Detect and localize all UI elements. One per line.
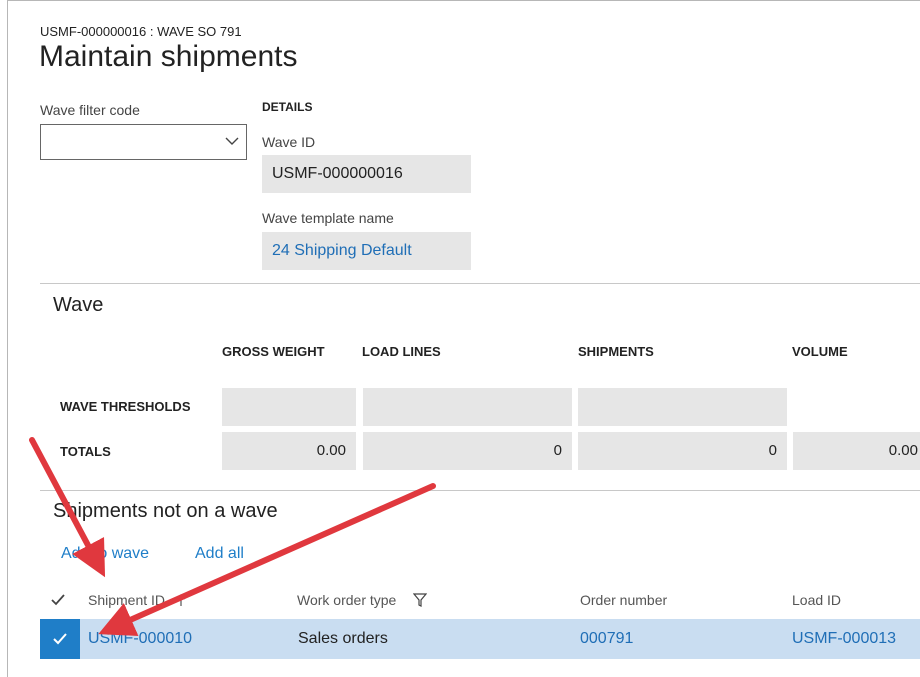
annotation-arrow-to-shipment	[98, 483, 436, 636]
annotation-arrow-to-add-to-wave	[29, 437, 106, 578]
annotation-arrows	[29, 437, 436, 636]
